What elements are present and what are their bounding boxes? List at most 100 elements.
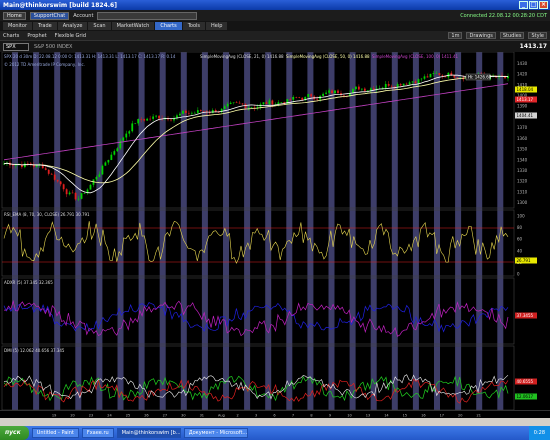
candle-body [328, 90, 330, 93]
session-band [370, 52, 377, 410]
candle-body [101, 165, 104, 175]
session-band [33, 52, 40, 410]
time-axis-tick: 13 [366, 413, 370, 417]
subtab-flexible-grid[interactable]: Flexible Grid [55, 33, 86, 39]
candle-body [193, 112, 196, 114]
candle-body [149, 118, 152, 120]
candle-body [128, 131, 131, 134]
session-band [159, 52, 166, 410]
candle-body [235, 102, 238, 104]
time-axis-tick: 19 [52, 413, 56, 417]
candle-body [208, 112, 211, 114]
candle-body [441, 75, 444, 76]
symbol-input[interactable]: SPX [3, 42, 29, 51]
candle-body [196, 110, 199, 113]
taskbar-item[interactable]: Fxaee.ru [81, 428, 114, 438]
candle-body [331, 90, 333, 94]
candle-body [390, 85, 393, 87]
minimize-button[interactable]: _ [519, 1, 528, 9]
candle-body [211, 110, 214, 114]
subtab-charts[interactable]: Charts [3, 33, 19, 39]
candle-body [113, 151, 116, 155]
candle-body [23, 163, 26, 168]
subtab-prophet[interactable]: Prophet [27, 33, 46, 39]
last-price: 1413.17 [519, 43, 547, 50]
candle-body [15, 165, 17, 166]
candle-body [435, 73, 438, 74]
price-axis-tick: 1350 [517, 147, 528, 152]
candle-body [47, 169, 50, 174]
tab-charts[interactable]: Charts [155, 22, 182, 30]
time-axis-tick: 26 [144, 413, 148, 417]
candle-body [199, 110, 202, 111]
tab-scan[interactable]: Scan [88, 22, 111, 30]
tab-monitor[interactable]: Monitor [3, 22, 33, 30]
tab-marketwatch[interactable]: MarketWatch [111, 22, 155, 30]
candle-body [65, 189, 68, 195]
timeframe-button[interactable]: 1m [448, 32, 463, 39]
candle-body [271, 100, 274, 105]
taskbar-item[interactable]: Untitled - Paint [31, 428, 79, 438]
tab-help[interactable]: Help [206, 22, 228, 30]
candle-body [247, 107, 250, 109]
drawings-button[interactable]: Drawings [466, 32, 496, 39]
candle-body [432, 73, 435, 74]
taskbar-item[interactable]: Документ - Microsoft... [183, 428, 248, 438]
time-axis-tick: 14 [384, 413, 389, 417]
candle-body [110, 154, 113, 161]
candle-body [190, 112, 193, 114]
price-flags: 1418.04 1413.17 1404.41 [515, 86, 537, 119]
candle-body [146, 118, 149, 121]
candle-body [369, 88, 372, 91]
time-axis-tick: 9 [329, 413, 331, 417]
sma21-label: SimpleMovingAvg (CLOSE, 21, 0) 1416.88 [200, 54, 284, 59]
copyright: © 2012 TD Ameritrade IP Company, Inc. [4, 62, 85, 67]
close-button[interactable]: × [539, 1, 548, 9]
price-axis-tick: 1430 [517, 61, 528, 66]
time-axis: 19 20 23 24 25 26 27 30 31 Aug 2 3 6 7 8 9 10 13 14 15 16 17 2… [0, 410, 550, 418]
candle-body [202, 110, 205, 112]
home-button[interactable]: Home [3, 11, 26, 20]
candle-body [280, 102, 283, 103]
candle-body [429, 73, 432, 78]
time-axis-tick: 8 [310, 413, 312, 417]
time-axis-tick: 30 [181, 413, 185, 417]
tab-tools[interactable]: Tools [182, 22, 206, 30]
candle-body [334, 90, 336, 94]
maximize-button[interactable]: □ [529, 1, 538, 9]
symbol-description: S&P 500 INDEX [34, 43, 73, 50]
time-axis-tick: 20 [70, 413, 74, 417]
rsi-axis-tick: 80 [517, 225, 523, 230]
time-axis-tick: 25 [126, 413, 130, 417]
candle-body [265, 102, 268, 105]
style-button[interactable]: Style [528, 32, 547, 39]
tab-analyze[interactable]: Analyze [57, 22, 88, 30]
candle-body [26, 163, 29, 165]
session-band [307, 52, 314, 410]
account-select[interactable] [97, 11, 198, 20]
hi-label: Hi: 1426.68 [468, 75, 492, 80]
adx-header: ADXR (5) 37.345 32.365 [4, 280, 53, 285]
candle-body [223, 106, 226, 109]
candle-body [74, 192, 77, 200]
window-title: Main@thinkorswim [build 1824.6] [3, 1, 117, 9]
chart-panes[interactable]: SPX 20 d 30m D: 22.08.12 0:00 O: 1413.31… [0, 52, 550, 410]
candle-body [56, 179, 59, 182]
price-axis-tick: 1360 [517, 136, 528, 141]
taskbar-clock: 0:28 [528, 426, 550, 440]
time-axis-tick: 15 [403, 413, 407, 417]
studies-button[interactable]: Studies [499, 32, 525, 39]
rsi-axis-tick: 60 [517, 237, 523, 242]
support-chat-button[interactable]: SupportChat [29, 11, 70, 20]
session-band [180, 52, 187, 410]
tab-trade[interactable]: Trade [33, 22, 57, 30]
taskbar-item[interactable]: Main@thinkorswim [b... [116, 428, 181, 438]
price-axis-tick: 1420 [517, 72, 528, 77]
candle-body [179, 113, 181, 116]
price-axis-tick: 1330 [517, 168, 528, 173]
price-axis-tick: 1340 [517, 157, 528, 162]
candle-body [12, 165, 14, 166]
candle-body [140, 119, 143, 120]
candle-body [292, 96, 295, 100]
start-button[interactable]: пуск [0, 426, 29, 440]
